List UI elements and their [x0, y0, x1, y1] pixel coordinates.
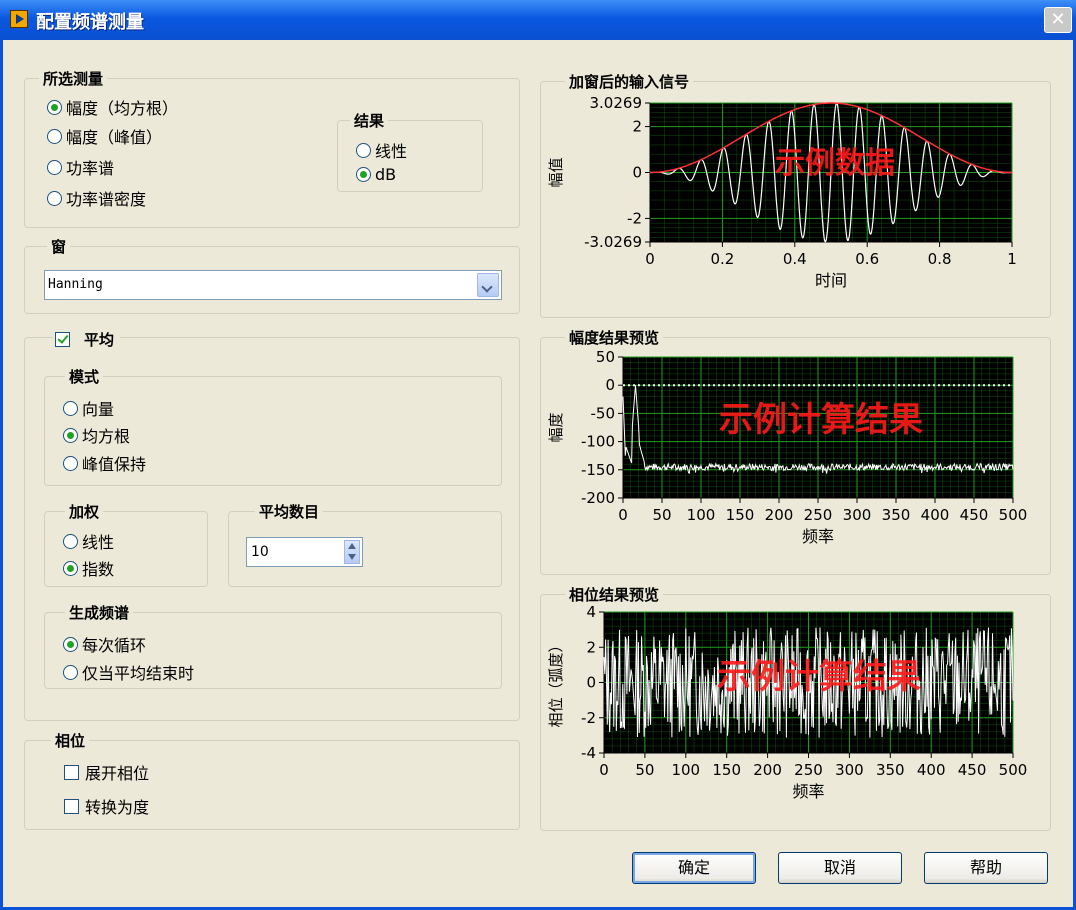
x-tick-label: 0.4 — [783, 250, 807, 268]
x-tick-label: 0 — [599, 761, 609, 779]
y-tick-label: -2 — [581, 709, 596, 727]
y-tick-label: -100 — [581, 433, 615, 451]
y-axis-label: 相位（弧度） — [547, 637, 565, 727]
x-tick-label: 250 — [794, 761, 823, 779]
y-tick-label: -3.0269 — [584, 233, 642, 251]
cancel-button[interactable]: 取消 — [778, 852, 902, 884]
y-tick-label: -50 — [591, 404, 616, 422]
x-tick-label: 300 — [835, 761, 864, 779]
x-tick-label: 200 — [753, 761, 782, 779]
x-tick-label: 100 — [687, 506, 716, 524]
graph-layer: 0 0.2 0.4 0.6 0.8 1 3.0269 2 0 -2 -3.0269 时间 幅值 示例数据 0… — [547, 94, 1028, 801]
ok-button[interactable]: 确定 — [632, 852, 756, 884]
x-tick-label: 1 — [1007, 250, 1017, 268]
x-tick-label: 200 — [765, 506, 794, 524]
help-button[interactable]: 帮助 — [924, 852, 1048, 884]
x-tick-label: 400 — [921, 506, 950, 524]
x-tick-label: 400 — [917, 761, 946, 779]
y-tick-label: 50 — [596, 348, 615, 366]
x-tick-label: 500 — [999, 506, 1028, 524]
x-tick-label: 350 — [882, 506, 911, 524]
y-tick-label: 2 — [632, 118, 642, 136]
x-tick-label: 0 — [618, 506, 628, 524]
y-axis-label: 幅值 — [547, 157, 565, 187]
annotation-watermark: 示例计算结果 — [717, 657, 921, 697]
y-tick-label: 0 — [632, 164, 642, 182]
x-tick-label: 150 — [726, 506, 755, 524]
x-tick-label: 450 — [958, 761, 987, 779]
x-tick-label: 50 — [652, 506, 671, 524]
y-tick-label: -200 — [581, 489, 615, 507]
x-tick-label: 0 — [645, 250, 655, 268]
x-axis-label: 时间 — [815, 271, 847, 290]
annotation-watermark: 示例计算结果 — [719, 400, 923, 440]
y-tick-label: 4 — [586, 603, 596, 621]
y-tick-label: -2 — [627, 209, 642, 227]
x-tick-label: 300 — [843, 506, 872, 524]
y-axis-label: 幅度 — [547, 412, 565, 442]
x-tick-label: 0.6 — [855, 250, 879, 268]
y-tick-label: 0 — [586, 674, 596, 692]
x-axis-label: 频率 — [792, 782, 824, 801]
dialog-window: 配置频谱测量 ✕ 所选测量 幅度（均方根） 幅度（峰值） 功率谱 功率谱密度 结… — [0, 0, 1076, 910]
y-tick-label: -4 — [581, 744, 596, 762]
x-tick-label: 350 — [876, 761, 905, 779]
annotation-watermark: 示例数据 — [775, 146, 895, 181]
y-tick-label: 2 — [586, 638, 596, 656]
x-axis-label: 频率 — [802, 527, 834, 546]
x-tick-label: 450 — [960, 506, 989, 524]
x-tick-label: 50 — [635, 761, 654, 779]
y-tick-label: 3.0269 — [590, 94, 643, 112]
x-tick-label: 250 — [804, 506, 833, 524]
x-tick-label: 500 — [999, 761, 1028, 779]
x-tick-label: 0.2 — [710, 250, 734, 268]
x-tick-label: 0.8 — [928, 250, 952, 268]
x-tick-label: 100 — [671, 761, 700, 779]
y-tick-label: 0 — [605, 376, 615, 394]
x-tick-label: 150 — [712, 761, 741, 779]
y-tick-label: -150 — [581, 461, 615, 479]
